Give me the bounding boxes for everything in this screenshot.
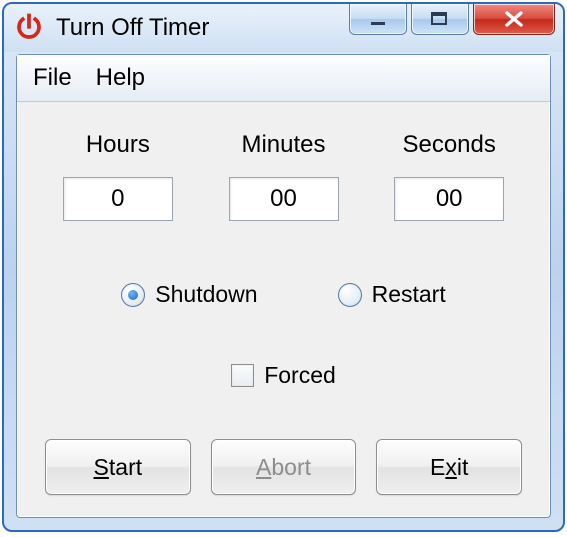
hours-column: Hours xyxy=(45,131,191,221)
titlebar[interactable]: Turn Off Timer xyxy=(4,4,563,52)
shutdown-radio-label: Shutdown xyxy=(155,281,257,308)
menubar: File Help xyxy=(17,55,550,102)
forced-row: Forced xyxy=(45,362,522,389)
hours-input[interactable] xyxy=(63,177,173,221)
menu-help[interactable]: Help xyxy=(90,60,151,96)
start-button-label: Start xyxy=(94,454,143,481)
abort-button-label: Abort xyxy=(256,454,311,481)
minutes-column: Minutes xyxy=(211,131,357,221)
minimize-button[interactable] xyxy=(349,4,407,35)
restart-radio[interactable]: Restart xyxy=(338,281,446,308)
restart-radio-label: Restart xyxy=(372,281,446,308)
seconds-column: Seconds xyxy=(376,131,522,221)
checkbox-icon xyxy=(231,364,254,387)
radio-icon xyxy=(121,283,145,307)
seconds-input[interactable] xyxy=(394,177,504,221)
window-controls xyxy=(349,4,555,35)
exit-button-label: Exit xyxy=(430,454,468,481)
abort-button[interactable]: Abort xyxy=(211,439,357,495)
exit-button[interactable]: Exit xyxy=(376,439,522,495)
start-button[interactable]: Start xyxy=(45,439,191,495)
window-title: Turn Off Timer xyxy=(56,14,209,42)
action-radio-group: Shutdown Restart xyxy=(45,281,522,308)
maximize-button[interactable] xyxy=(411,4,469,35)
minutes-input[interactable] xyxy=(229,177,339,221)
button-row: Start Abort Exit xyxy=(45,439,522,495)
radio-icon xyxy=(338,283,362,307)
form-body: Hours Minutes Seconds Shutdown xyxy=(17,101,550,517)
time-row: Hours Minutes Seconds xyxy=(45,131,522,221)
maximize-icon xyxy=(430,11,450,27)
client-area: File Help Hours Minutes Seconds xyxy=(16,54,551,518)
close-icon xyxy=(503,11,525,27)
hours-label: Hours xyxy=(86,131,150,159)
forced-label: Forced xyxy=(264,362,336,389)
menu-file[interactable]: File xyxy=(27,60,78,96)
power-icon xyxy=(14,13,44,43)
minimize-icon xyxy=(369,12,387,26)
app-window: Turn Off Timer xyxy=(2,2,565,532)
close-button[interactable] xyxy=(473,4,555,35)
forced-checkbox[interactable]: Forced xyxy=(231,362,336,389)
minutes-label: Minutes xyxy=(241,131,325,159)
shutdown-radio[interactable]: Shutdown xyxy=(121,281,257,308)
seconds-label: Seconds xyxy=(402,131,495,159)
